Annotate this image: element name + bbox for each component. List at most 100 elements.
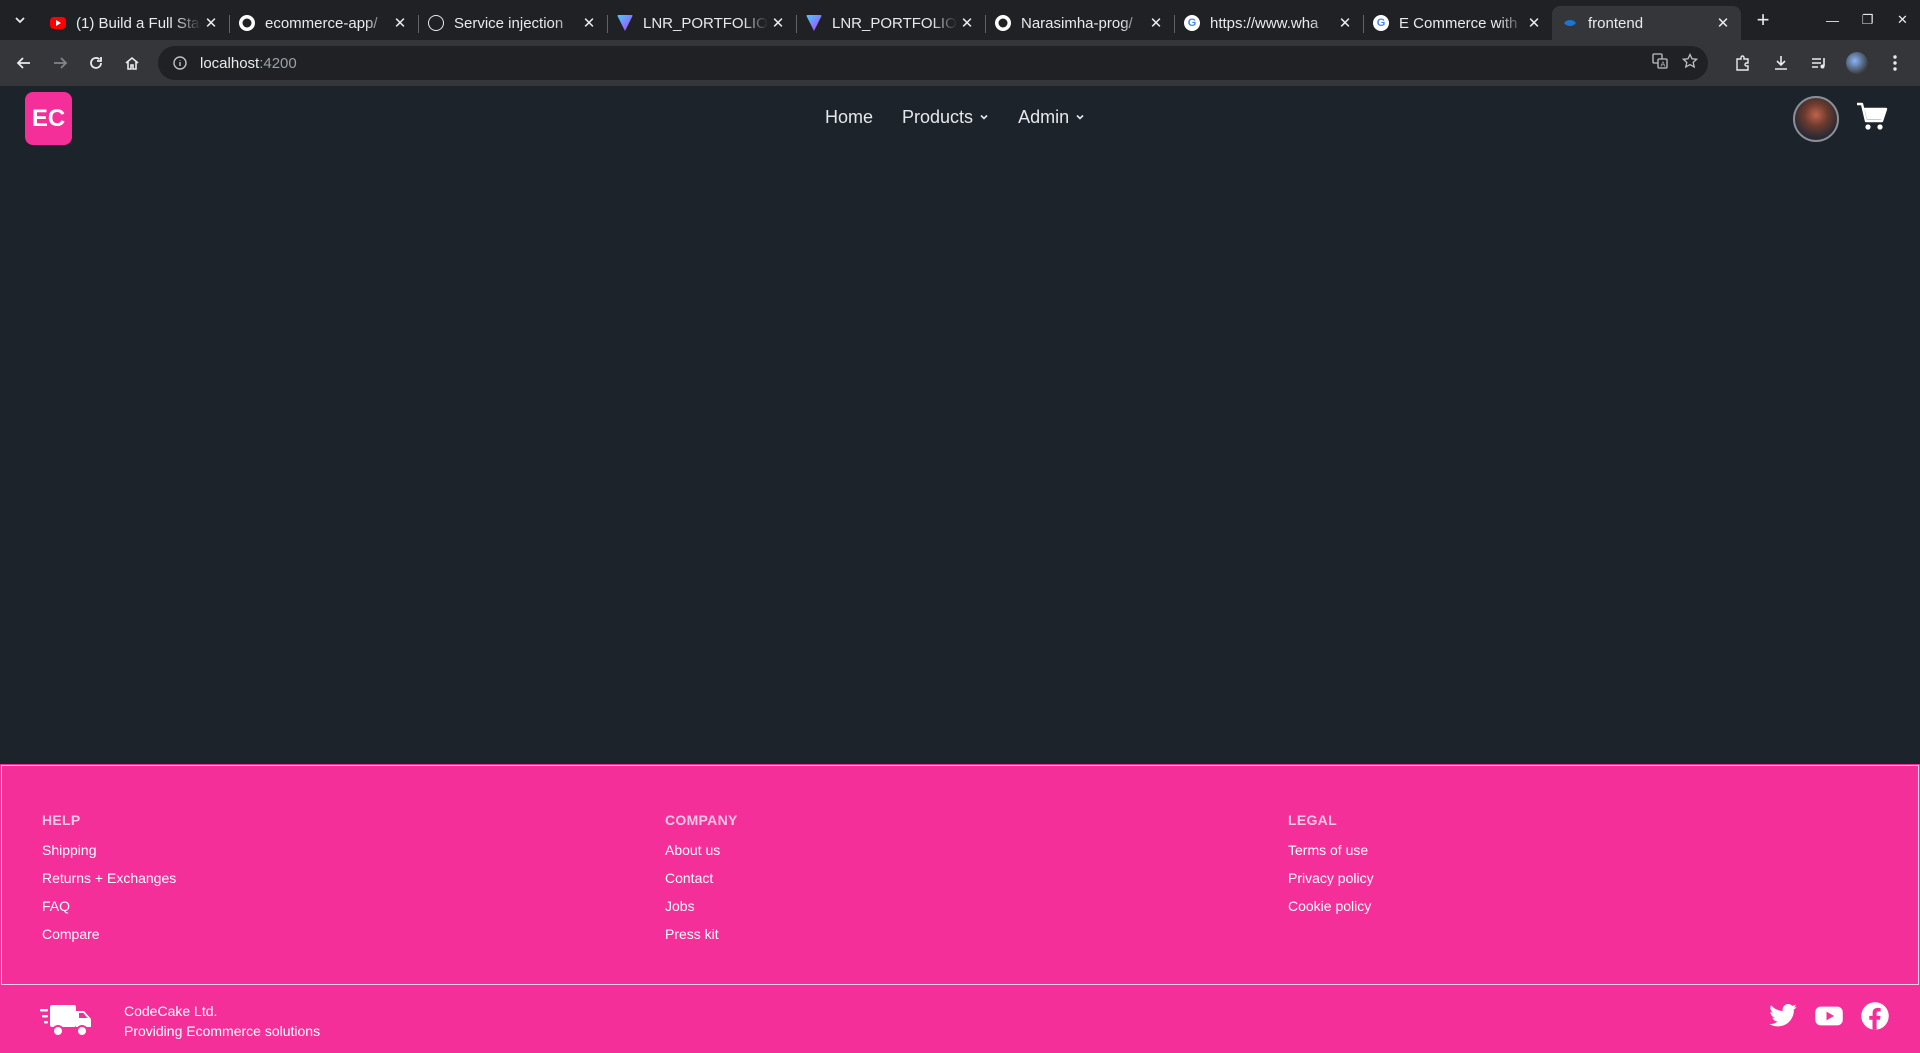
close-tab-icon[interactable]: ✕ [390, 13, 410, 33]
angular-icon [1562, 15, 1578, 31]
footer-link[interactable]: FAQ [42, 898, 176, 915]
browser-tab-strip: (1) Build a Full Stack ✕ ecommerce-app/✕ Se… [0, 0, 1920, 40]
nav-label: Home [825, 106, 874, 127]
browser-tab[interactable]: Narasimha-prog/ ✕ [985, 6, 1174, 40]
browser-tab[interactable]: LNR_PORTFOLIO ✕ [607, 6, 796, 40]
twitter-icon[interactable] [1768, 1001, 1798, 1031]
browser-toolbar: localhost:4200 A [0, 40, 1920, 86]
back-icon[interactable] [6, 45, 42, 81]
footer-bottom-bar: CodeCake Ltd. Providing Ecommerce soluti… [0, 985, 1920, 1053]
footer-link[interactable]: Cookie policy [1288, 898, 1374, 915]
window-controls: — ❐ ✕ [1815, 0, 1920, 40]
url-port: :4200 [259, 54, 297, 72]
browser-tab-title: Narasimha-prog/ [1021, 14, 1133, 32]
user-avatar[interactable] [1793, 96, 1839, 142]
browser-tab-title: ecommerce-app/ [265, 14, 378, 32]
youtube-icon [50, 17, 66, 29]
footer-link[interactable]: Shipping [42, 842, 176, 859]
close-tab-icon[interactable]: ✕ [1713, 13, 1733, 33]
browser-tab-title: (1) Build a Full Stack [76, 14, 201, 32]
google-icon: G [1184, 15, 1200, 31]
vite-icon [617, 15, 633, 31]
footer-link[interactable]: Compare [42, 926, 176, 943]
close-tab-icon[interactable]: ✕ [1524, 13, 1544, 33]
footer-link[interactable]: About us [665, 842, 738, 859]
close-tab-icon[interactable]: ✕ [1335, 13, 1355, 33]
media-controls-icon[interactable] [1804, 48, 1834, 78]
github-icon [239, 15, 255, 31]
footer-links: HELP Shipping Returns + Exchanges FAQ Co… [1, 765, 1919, 985]
company-name: CodeCake Ltd. [124, 1003, 218, 1019]
nav-products[interactable]: Products [902, 107, 989, 128]
browser-tab-title: Service injection [454, 14, 564, 32]
browser-tab[interactable]: frontend ✕ [1552, 6, 1741, 40]
close-tab-icon[interactable]: ✕ [768, 13, 788, 33]
tab-search-chevron-icon[interactable] [0, 0, 40, 40]
url-text[interactable]: localhost:4200 [200, 55, 297, 72]
browser-tab-title: E Commerce with [1399, 14, 1518, 32]
url-host: localhost [200, 54, 260, 72]
social-links [1768, 1001, 1890, 1031]
nav-label: Admin [1018, 106, 1070, 127]
browser-tabs: (1) Build a Full Stack ✕ ecommerce-app/✕ Se… [40, 0, 1741, 40]
close-tab-icon[interactable]: ✕ [1146, 13, 1166, 33]
browser-tab-title: LNR_PORTFOLIO [832, 14, 957, 32]
chatgpt-icon [428, 15, 444, 31]
footer-link[interactable]: Privacy policy [1288, 870, 1374, 887]
footer-heading: HELP [42, 812, 81, 828]
company-tagline: Providing Ecommerce solutions [124, 1023, 321, 1039]
site-footer: HELP Shipping Returns + Exchanges FAQ Co… [0, 764, 1920, 1053]
footer-link[interactable]: Returns + Exchanges [42, 870, 176, 887]
minimize-icon[interactable]: — [1815, 0, 1850, 40]
translate-icon[interactable]: A [1652, 52, 1668, 74]
svg-text:A: A [1661, 60, 1666, 68]
browser-tab[interactable]: (1) Build a Full Stack ✕ [40, 6, 229, 40]
extensions-icon[interactable] [1728, 48, 1758, 78]
chevron-down-icon [980, 114, 988, 120]
nav-admin[interactable]: Admin [1018, 107, 1085, 128]
forward-icon[interactable] [42, 45, 78, 81]
footer-column-company: COMPANY About us Contact Jobs Press kit [665, 812, 738, 954]
facebook-icon[interactable] [1860, 1001, 1890, 1031]
main-content [0, 150, 1920, 850]
close-tab-icon[interactable]: ✕ [579, 13, 599, 33]
footer-column-help: HELP Shipping Returns + Exchanges FAQ Co… [42, 812, 176, 954]
browser-tab[interactable]: LNR_PORTFOLIO ✕ [796, 6, 985, 40]
page: EC Home Products Admin HELP Shipping Retur… [0, 86, 1920, 1053]
browser-menu-icon[interactable] [1880, 48, 1910, 78]
google-icon: G [1373, 15, 1389, 31]
github-icon [995, 15, 1011, 31]
address-bar[interactable]: localhost:4200 A [158, 46, 1708, 80]
site-info-icon[interactable] [170, 53, 190, 73]
browser-tab[interactable]: G E Commerce with ✕ [1363, 6, 1552, 40]
nav-home[interactable]: Home [825, 107, 873, 128]
brand-logo[interactable]: EC [25, 92, 72, 145]
footer-heading: COMPANY [665, 812, 738, 828]
browser-tab[interactable]: Ghttps://www.wha ✕ [1174, 6, 1363, 40]
vite-icon [806, 15, 822, 31]
chevron-down-icon [1076, 114, 1084, 120]
profile-avatar-icon[interactable] [1842, 48, 1872, 78]
browser-tab[interactable]: Service injection ✕ [418, 6, 607, 40]
browser-tab[interactable]: ecommerce-app/ ✕ [229, 6, 418, 40]
home-icon[interactable] [114, 45, 150, 81]
footer-link[interactable]: Press kit [665, 926, 738, 943]
footer-link[interactable]: Contact [665, 870, 738, 887]
shopping-cart-icon[interactable] [1856, 101, 1888, 133]
youtube-icon[interactable] [1814, 1001, 1844, 1031]
close-tab-icon[interactable]: ✕ [957, 13, 977, 33]
restore-icon[interactable]: ❐ [1850, 0, 1885, 40]
footer-link[interactable]: Jobs [665, 898, 738, 915]
bookmark-star-icon[interactable] [1681, 52, 1699, 74]
main-menu: Home Products Admin [825, 102, 1114, 132]
close-tab-icon[interactable]: ✕ [201, 13, 221, 33]
nav-label: Products [902, 106, 974, 127]
browser-tab-title: LNR_PORTFOLIO [643, 14, 768, 32]
footer-link[interactable]: Terms of use [1288, 842, 1374, 859]
download-icon[interactable] [1766, 48, 1796, 78]
new-tab-button[interactable]: + [1745, 2, 1781, 38]
reload-icon[interactable] [78, 45, 114, 81]
footer-heading: LEGAL [1288, 812, 1337, 828]
close-window-icon[interactable]: ✕ [1885, 0, 1920, 40]
footer-column-legal: LEGAL Terms of use Privacy policy Cookie… [1288, 812, 1374, 926]
